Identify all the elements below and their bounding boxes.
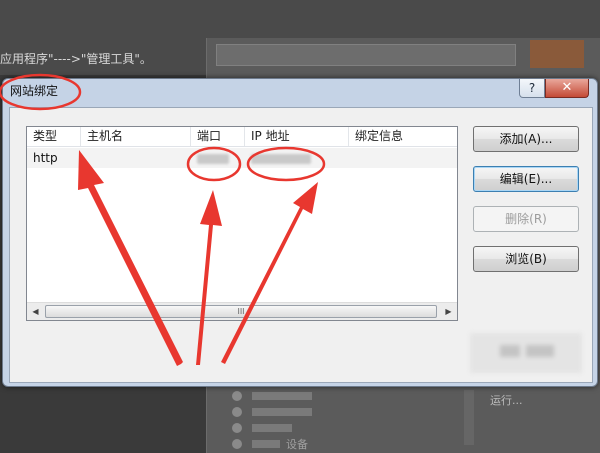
blurred-ip bbox=[251, 153, 311, 164]
blurred-close-button bbox=[470, 333, 582, 373]
column-host[interactable]: 主机名 bbox=[81, 127, 191, 146]
background-list-item bbox=[232, 388, 462, 404]
column-type[interactable]: 类型 bbox=[27, 127, 81, 146]
background-list-item: 设备 bbox=[232, 436, 462, 452]
background-run-link: 运行... bbox=[490, 394, 523, 407]
title-bar-buttons: ? ✕ bbox=[519, 79, 589, 98]
help-icon[interactable]: ? bbox=[519, 79, 545, 98]
scrollbar-thumb[interactable]: III bbox=[45, 305, 437, 318]
browse-button[interactable]: 浏览(B) bbox=[473, 246, 579, 272]
scroll-left-icon[interactable]: ◀ bbox=[27, 303, 44, 320]
bindings-list[interactable]: 类型 主机名 端口 IP 地址 绑定信息 http ◀ III ▶ bbox=[26, 126, 458, 321]
cell-port bbox=[191, 148, 245, 168]
column-ip[interactable]: IP 地址 bbox=[245, 127, 349, 146]
close-icon[interactable]: ✕ bbox=[545, 79, 589, 98]
cell-type: http bbox=[33, 151, 58, 165]
background-address-bar bbox=[216, 44, 516, 66]
background-scrollbar bbox=[464, 390, 474, 445]
edit-button[interactable]: 编辑(E)... bbox=[473, 166, 579, 192]
cell-binding-info bbox=[349, 148, 455, 168]
table-row[interactable]: http bbox=[27, 148, 457, 168]
background-toolbar-block bbox=[530, 40, 584, 68]
column-port[interactable]: 端口 bbox=[191, 127, 245, 146]
item-icon bbox=[232, 407, 242, 417]
blurred-port bbox=[197, 153, 229, 164]
scroll-right-icon[interactable]: ▶ bbox=[440, 303, 457, 320]
column-binding-info[interactable]: 绑定信息 bbox=[349, 127, 455, 146]
background-list: 设备 bbox=[232, 388, 462, 453]
background-list-item bbox=[232, 404, 462, 420]
background-caption: 应用程序"---->"管理工具"。 bbox=[0, 52, 152, 66]
horizontal-scrollbar[interactable]: ◀ III ▶ bbox=[27, 302, 457, 320]
list-header: 类型 主机名 端口 IP 地址 绑定信息 bbox=[27, 127, 457, 147]
dialog-title: 网站绑定 bbox=[10, 84, 59, 98]
item-icon bbox=[232, 439, 242, 449]
remove-button[interactable]: 删除(R) bbox=[473, 206, 579, 232]
background-list-item bbox=[232, 420, 462, 436]
cell-host bbox=[81, 148, 191, 168]
cell-ip bbox=[245, 148, 349, 168]
item-icon bbox=[232, 423, 242, 433]
add-button[interactable]: 添加(A)... bbox=[473, 126, 579, 152]
item-icon bbox=[232, 391, 242, 401]
dialog-body: 类型 主机名 端口 IP 地址 绑定信息 http ◀ III ▶ 添加(A).… bbox=[9, 107, 593, 383]
site-bindings-dialog: 网站绑定 ? ✕ 类型 主机名 端口 IP 地址 绑定信息 http ◀ III bbox=[2, 78, 598, 387]
